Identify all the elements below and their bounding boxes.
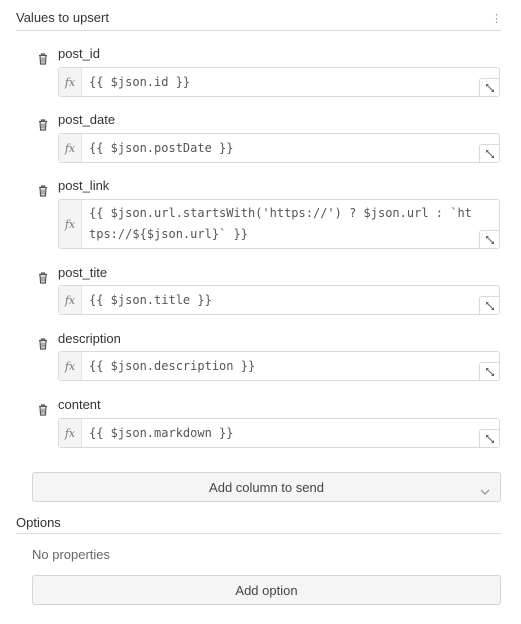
expand-editor-icon[interactable] <box>479 296 499 314</box>
add-column-select[interactable]: Add column to send <box>32 472 501 502</box>
fx-icon: fx <box>59 134 82 162</box>
expand-editor-icon[interactable] <box>479 362 499 380</box>
fx-icon: fx <box>59 352 82 380</box>
expression-input[interactable]: fx {{ $json.postDate }} <box>58 133 500 163</box>
expression-input[interactable]: fx {{ $json.title }} <box>58 285 500 315</box>
fx-icon: fx <box>59 200 82 248</box>
fx-icon: fx <box>59 286 82 314</box>
values-section-title: Values to upsert <box>16 10 109 25</box>
add-option-button[interactable]: Add option <box>32 575 501 605</box>
expand-editor-icon[interactable] <box>479 144 499 162</box>
field-label: post_date <box>58 112 116 127</box>
field-label: description <box>58 331 121 346</box>
values-section-header: Values to upsert ⋮ <box>16 10 502 31</box>
options-section-title: Options <box>16 515 61 530</box>
field-label: post_id <box>58 46 100 61</box>
fx-icon: fx <box>59 68 82 96</box>
node-parameters-panel: Values to upsert ⋮ post_id fx {{ $json.i… <box>0 0 521 624</box>
expression-input[interactable]: fx {{ $json.markdown }} <box>58 418 500 448</box>
trash-icon[interactable] <box>38 119 50 131</box>
expression-input[interactable]: fx {{ $json.url.startsWith('https://') ?… <box>58 199 500 249</box>
field-post-link: post_link fx {{ $json.url.startsWith('ht… <box>34 178 501 250</box>
field-content: content fx {{ $json.markdown }} <box>34 397 501 449</box>
fx-icon: fx <box>59 419 82 447</box>
expression-text[interactable]: {{ $json.id }} <box>89 72 473 93</box>
trash-icon[interactable] <box>38 338 50 350</box>
options-section-header: Options <box>16 515 501 534</box>
field-post-id: post_id fx {{ $json.id }} <box>34 46 501 98</box>
expression-text[interactable]: {{ $json.postDate }} <box>89 138 473 159</box>
trash-icon[interactable] <box>38 53 50 65</box>
expression-text[interactable]: {{ $json.url.startsWith('https://') ? $j… <box>89 203 473 245</box>
field-label: content <box>58 397 101 412</box>
chevron-down-icon <box>480 483 490 495</box>
field-post-tite: post_tite fx {{ $json.title }} <box>34 265 501 317</box>
trash-icon[interactable] <box>38 185 50 197</box>
field-description: description fx {{ $json.description }} <box>34 331 501 383</box>
expand-editor-icon[interactable] <box>479 78 499 96</box>
field-label: post_tite <box>58 265 108 280</box>
trash-icon[interactable] <box>38 404 50 416</box>
no-properties-text: No properties <box>32 547 111 562</box>
kebab-icon[interactable]: ⋮ <box>491 12 502 26</box>
field-label: post_link <box>58 178 110 193</box>
expression-input[interactable]: fx {{ $json.id }} <box>58 67 500 97</box>
expression-input[interactable]: fx {{ $json.description }} <box>58 351 500 381</box>
expression-text[interactable]: {{ $json.title }} <box>89 290 473 311</box>
field-post-date: post_date fx {{ $json.postDate }} <box>34 112 501 164</box>
add-column-label: Add column to send <box>209 480 324 495</box>
expression-text[interactable]: {{ $json.description }} <box>89 356 473 377</box>
trash-icon[interactable] <box>38 272 50 284</box>
expression-text[interactable]: {{ $json.markdown }} <box>89 423 473 444</box>
expand-editor-icon[interactable] <box>479 429 499 447</box>
expand-editor-icon[interactable] <box>479 230 499 248</box>
